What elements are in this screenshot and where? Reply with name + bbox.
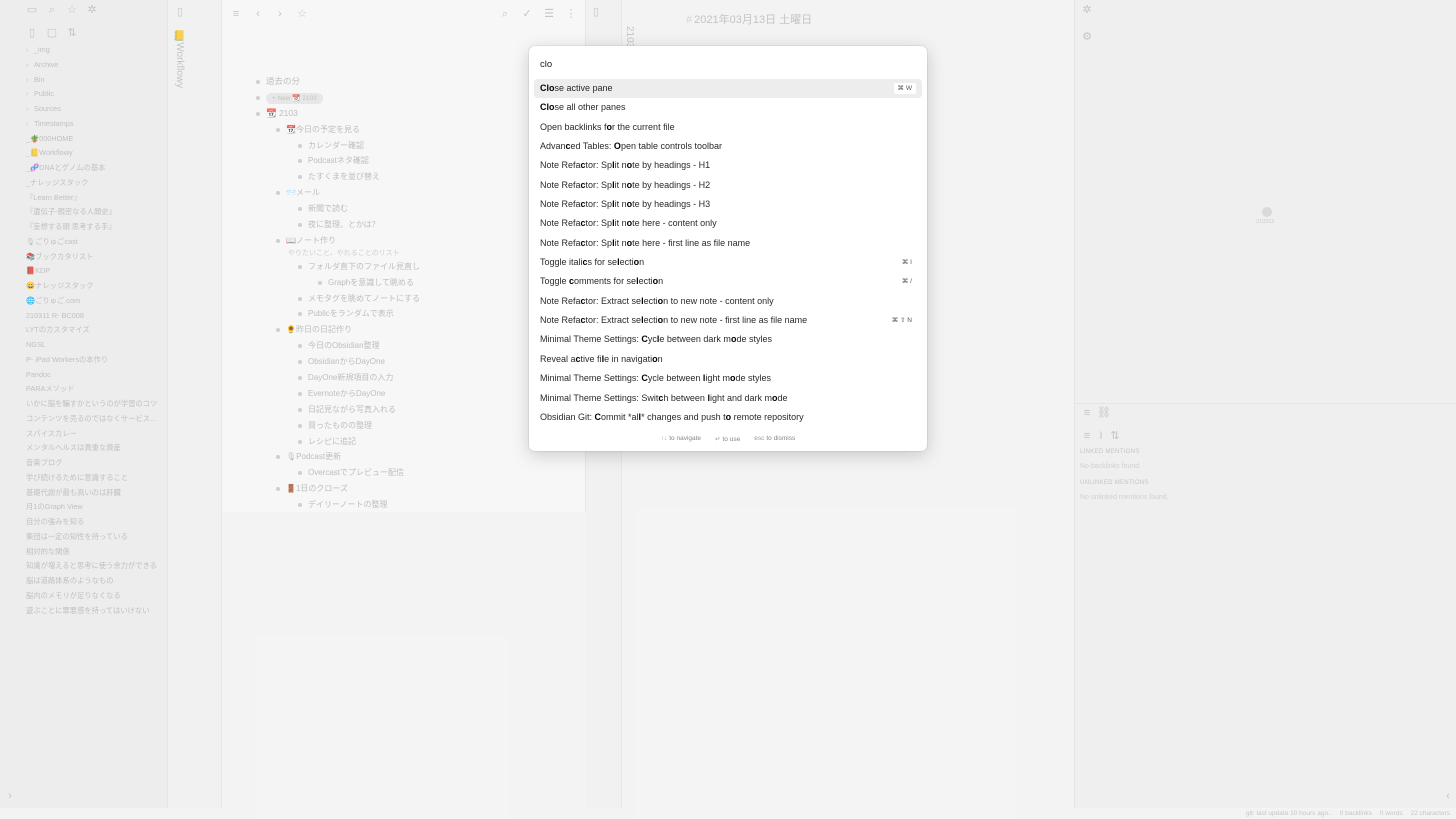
- command-suggestion-label: Note Refactor: Split note here - content…: [540, 218, 717, 229]
- command-suggestion-label: Open backlinks for the current file: [540, 121, 675, 132]
- palette-instruction: ↵ to use: [715, 435, 740, 443]
- command-suggestion-label: Note Refactor: Extract selection to new …: [540, 295, 774, 306]
- command-suggestion[interactable]: Open backlinks for the current file: [534, 118, 922, 137]
- command-suggestion-label: Note Refactor: Extract selection to new …: [540, 315, 808, 326]
- command-suggestion[interactable]: Note Refactor: Extract selection to new …: [534, 292, 922, 311]
- command-suggestion-label: Note Refactor: Split note by headings - …: [540, 179, 711, 190]
- command-suggestion-label: Advanced Tables: Open table controls too…: [540, 141, 723, 152]
- command-suggestion-label: Minimal Theme Settings: Cycle between li…: [540, 373, 771, 384]
- command-suggestion[interactable]: Note Refactor: Split note here - first l…: [534, 234, 922, 253]
- command-suggestion[interactable]: Minimal Theme Settings: Cycle between da…: [534, 330, 922, 349]
- command-suggestion[interactable]: Toggle comments for selection ⌘ /: [534, 272, 922, 291]
- command-suggestion[interactable]: Note Refactor: Split note by headings - …: [534, 176, 922, 195]
- command-suggestion-label: Reveal active file in navigation: [540, 353, 663, 364]
- palette-instruction: esc to dismiss: [754, 435, 795, 443]
- command-suggestion-label: Toggle italics for selection: [540, 257, 645, 268]
- command-hotkey: ⌘ I: [901, 259, 912, 267]
- instruction-key: esc: [754, 435, 765, 442]
- command-palette: Close active pane ⌘ W Close all other pane…: [529, 46, 927, 451]
- palette-instruction: ↑↓ to navigate: [661, 435, 701, 443]
- instruction-label: to use: [722, 436, 741, 443]
- command-suggestion[interactable]: Minimal Theme Settings: Cycle between li…: [534, 369, 922, 388]
- instruction-label: to dismiss: [766, 435, 796, 442]
- command-suggestion[interactable]: Note Refactor: Split note here - content…: [534, 214, 922, 233]
- command-suggestion-label: Minimal Theme Settings: Cycle between da…: [540, 334, 772, 345]
- command-suggestion-label: Note Refactor: Split note by headings - …: [540, 199, 711, 210]
- command-suggestion[interactable]: Note Refactor: Extract selection to new …: [534, 311, 922, 330]
- command-suggestion-label: Close active pane: [540, 83, 613, 93]
- instruction-key: ↵: [715, 436, 721, 443]
- command-suggestion[interactable]: Advanced Tables: Open table controls too…: [534, 137, 922, 156]
- command-hotkey: ⌘ /: [901, 278, 912, 286]
- command-suggestion[interactable]: Close active pane ⌘ W: [534, 79, 922, 99]
- command-suggestion-label: Toggle comments for selection: [540, 276, 664, 287]
- command-suggestion-list: Close active pane ⌘ W Close all other pane…: [534, 79, 922, 427]
- command-suggestion[interactable]: Toggle italics for selection ⌘ I: [534, 253, 922, 272]
- command-suggestion-label: Note Refactor: Split note by headings - …: [540, 160, 711, 171]
- command-suggestion-label: Close all other panes: [540, 102, 626, 113]
- command-hotkey: ⌘ W: [893, 83, 916, 94]
- command-suggestion[interactable]: Minimal Theme Settings: Switch between l…: [534, 389, 922, 408]
- command-suggestion-label: Obsidian Git: Commit *all* changes and p…: [540, 411, 804, 422]
- instruction-key: ↑↓: [660, 435, 668, 442]
- palette-instructions: ↑↓ to navigate ↵ to use esc to dismiss: [529, 435, 927, 443]
- command-suggestion[interactable]: Obsidian Git: Commit *all* changes and p…: [534, 408, 922, 427]
- command-suggestion[interactable]: Note Refactor: Split note by headings - …: [534, 195, 922, 214]
- command-suggestion[interactable]: Close all other panes: [534, 98, 922, 117]
- command-suggestion-label: Minimal Theme Settings: Switch between l…: [540, 392, 788, 403]
- command-search-input[interactable]: [540, 55, 916, 73]
- command-hotkey: ⌘ ⇧ N: [891, 317, 912, 325]
- command-suggestion[interactable]: Note Refactor: Split note by headings - …: [534, 156, 922, 175]
- command-suggestion[interactable]: Reveal active file in navigation: [534, 350, 922, 369]
- command-suggestion-label: Note Refactor: Split note here - first l…: [540, 237, 751, 248]
- instruction-label: to navigate: [669, 435, 702, 442]
